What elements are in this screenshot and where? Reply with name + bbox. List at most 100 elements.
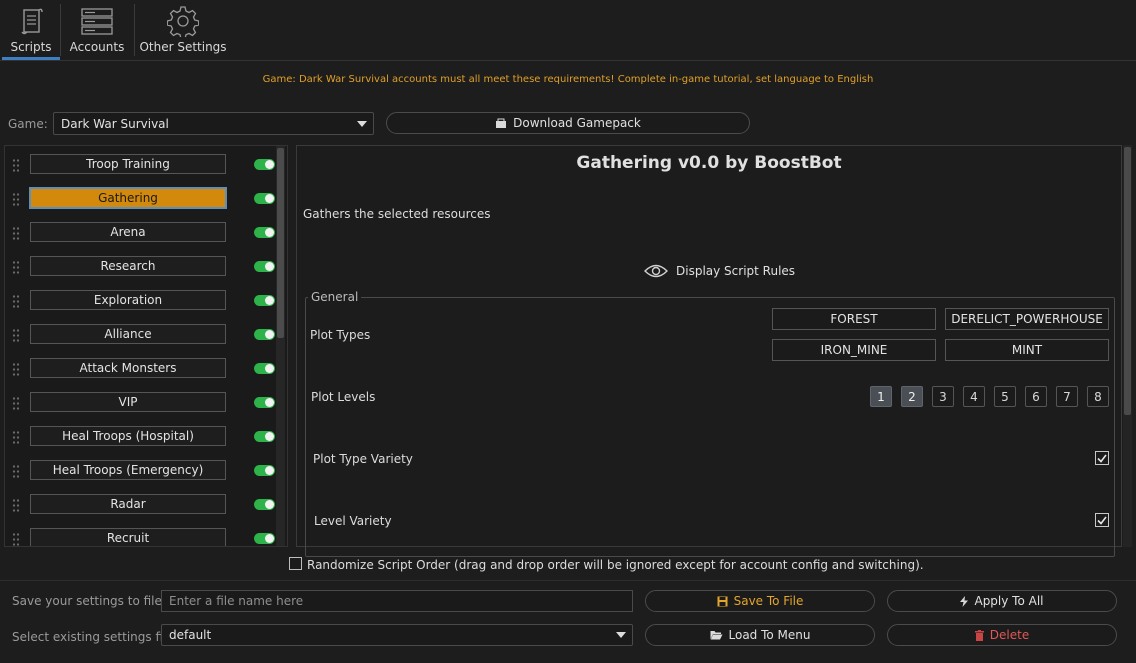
- script-button[interactable]: Attack Monsters: [30, 358, 226, 378]
- drag-handle-icon[interactable]: [12, 498, 20, 514]
- script-toggle[interactable]: [254, 329, 275, 340]
- settings-file-select-value: default: [169, 628, 212, 642]
- script-toggle[interactable]: [254, 227, 275, 238]
- plot-type-mint-button[interactable]: MINT: [945, 339, 1109, 361]
- checkmark-icon: [1097, 516, 1107, 525]
- scrollbar-thumb[interactable]: [277, 148, 284, 338]
- script-toggle[interactable]: [254, 533, 275, 544]
- plot-level-button[interactable]: 4: [963, 386, 985, 407]
- game-select[interactable]: Dark War Survival: [53, 112, 374, 135]
- plot-level-button[interactable]: 6: [1025, 386, 1047, 407]
- package-icon: [496, 118, 507, 128]
- scrollbar-thumb[interactable]: [1124, 147, 1131, 415]
- load-to-menu-label: Load To Menu: [728, 628, 811, 642]
- detail-scrollbar[interactable]: [1123, 145, 1132, 547]
- script-list-scrollbar[interactable]: [276, 146, 285, 546]
- script-toggle[interactable]: [254, 193, 275, 204]
- drag-handle-icon[interactable]: [12, 260, 20, 276]
- group-title: General: [308, 290, 362, 304]
- randomize-checkbox[interactable]: [289, 557, 302, 570]
- list-item[interactable]: Exploration: [5, 290, 287, 314]
- tab-divider: [134, 4, 135, 56]
- plot-level-button[interactable]: 3: [932, 386, 954, 407]
- list-item[interactable]: Recruit: [5, 528, 287, 546]
- drag-handle-icon[interactable]: [12, 396, 20, 412]
- tab-label: Accounts: [69, 40, 125, 54]
- list-item[interactable]: Research: [5, 256, 287, 280]
- plot-level-button[interactable]: 7: [1056, 386, 1078, 407]
- script-button[interactable]: Recruit: [30, 528, 226, 546]
- apply-to-all-label: Apply To All: [974, 594, 1044, 608]
- level-variety-label: Level Variety: [314, 514, 392, 528]
- lightning-icon: [960, 595, 969, 607]
- list-item[interactable]: VIP: [5, 392, 287, 416]
- plot-type-forest-button[interactable]: FOREST: [772, 308, 936, 330]
- plot-level-button[interactable]: 8: [1087, 386, 1109, 407]
- script-toggle[interactable]: [254, 431, 275, 442]
- save-to-file-label: Save To File: [733, 594, 804, 608]
- floppy-disk-icon: [717, 596, 728, 606]
- drag-handle-icon[interactable]: [12, 430, 20, 446]
- list-item[interactable]: Troop Training: [5, 154, 287, 178]
- tab-accounts[interactable]: Accounts: [63, 0, 131, 58]
- drag-handle-icon[interactable]: [12, 328, 20, 344]
- script-list: Troop Training Gathering Arena Research …: [4, 145, 288, 547]
- script-toggle[interactable]: [254, 295, 275, 306]
- delete-button[interactable]: Delete: [887, 624, 1117, 646]
- drag-handle-icon[interactable]: [12, 158, 20, 174]
- script-toggle[interactable]: [254, 159, 275, 170]
- list-item[interactable]: Attack Monsters: [5, 358, 287, 382]
- save-settings-label: Save your settings to file: [12, 594, 162, 608]
- plot-type-iron-mine-button[interactable]: IRON_MINE: [772, 339, 936, 361]
- script-toggle[interactable]: [254, 397, 275, 408]
- script-toggle[interactable]: [254, 261, 275, 272]
- script-toggle[interactable]: [254, 465, 275, 476]
- tab-other-settings[interactable]: Other Settings: [137, 0, 229, 58]
- drag-handle-icon[interactable]: [12, 192, 20, 208]
- drag-handle-icon[interactable]: [12, 464, 20, 480]
- display-script-rules-button[interactable]: Display Script Rules: [644, 263, 795, 279]
- settings-file-select[interactable]: default: [161, 624, 633, 646]
- script-toggle[interactable]: [254, 363, 275, 374]
- randomize-label: Randomize Script Order (drag and drop or…: [307, 558, 924, 572]
- list-item[interactable]: Radar: [5, 494, 287, 518]
- apply-to-all-button[interactable]: Apply To All: [887, 590, 1117, 612]
- file-name-input[interactable]: Enter a file name here: [161, 590, 633, 612]
- script-button[interactable]: VIP: [30, 392, 226, 412]
- list-item[interactable]: Arena: [5, 222, 287, 246]
- plot-type-variety-checkbox[interactable]: [1095, 451, 1109, 465]
- load-to-menu-button[interactable]: Load To Menu: [645, 624, 875, 646]
- tab-scripts[interactable]: Scripts: [2, 0, 60, 58]
- drag-handle-icon[interactable]: [12, 532, 20, 546]
- drag-handle-icon[interactable]: [12, 362, 20, 378]
- plot-level-button[interactable]: 5: [994, 386, 1016, 407]
- plot-levels-label: Plot Levels: [311, 390, 376, 404]
- list-item[interactable]: Heal Troops (Hospital): [5, 426, 287, 450]
- script-button[interactable]: Exploration: [30, 290, 226, 310]
- plot-level-button[interactable]: 1: [870, 386, 892, 407]
- select-settings-label: Select existing settings file: [12, 630, 174, 644]
- script-button[interactable]: Troop Training: [30, 154, 226, 174]
- script-button[interactable]: Radar: [30, 494, 226, 514]
- delete-label: Delete: [989, 628, 1030, 642]
- chevron-down-icon: [357, 120, 367, 127]
- script-button[interactable]: Heal Troops (Emergency): [30, 460, 226, 480]
- drag-handle-icon[interactable]: [12, 294, 20, 310]
- script-button[interactable]: Research: [30, 256, 226, 276]
- script-toggle[interactable]: [254, 499, 275, 510]
- script-button[interactable]: Heal Troops (Hospital): [30, 426, 226, 446]
- list-item[interactable]: Gathering: [5, 187, 287, 212]
- script-button[interactable]: Arena: [30, 222, 226, 242]
- save-to-file-button[interactable]: Save To File: [645, 590, 875, 612]
- level-variety-checkbox[interactable]: [1095, 513, 1109, 527]
- folder-open-icon: [710, 631, 722, 640]
- checkmark-icon: [1097, 454, 1107, 463]
- drag-handle-icon[interactable]: [12, 226, 20, 242]
- plot-level-button[interactable]: 2: [901, 386, 923, 407]
- script-button[interactable]: Gathering: [29, 187, 227, 209]
- plot-type-derelict-powerhouse-button[interactable]: DERELICT_POWERHOUSE: [945, 308, 1109, 330]
- list-item[interactable]: Heal Troops (Emergency): [5, 460, 287, 484]
- list-item[interactable]: Alliance: [5, 324, 287, 348]
- script-button[interactable]: Alliance: [30, 324, 226, 344]
- download-gamepack-button[interactable]: Download Gamepack: [386, 112, 750, 134]
